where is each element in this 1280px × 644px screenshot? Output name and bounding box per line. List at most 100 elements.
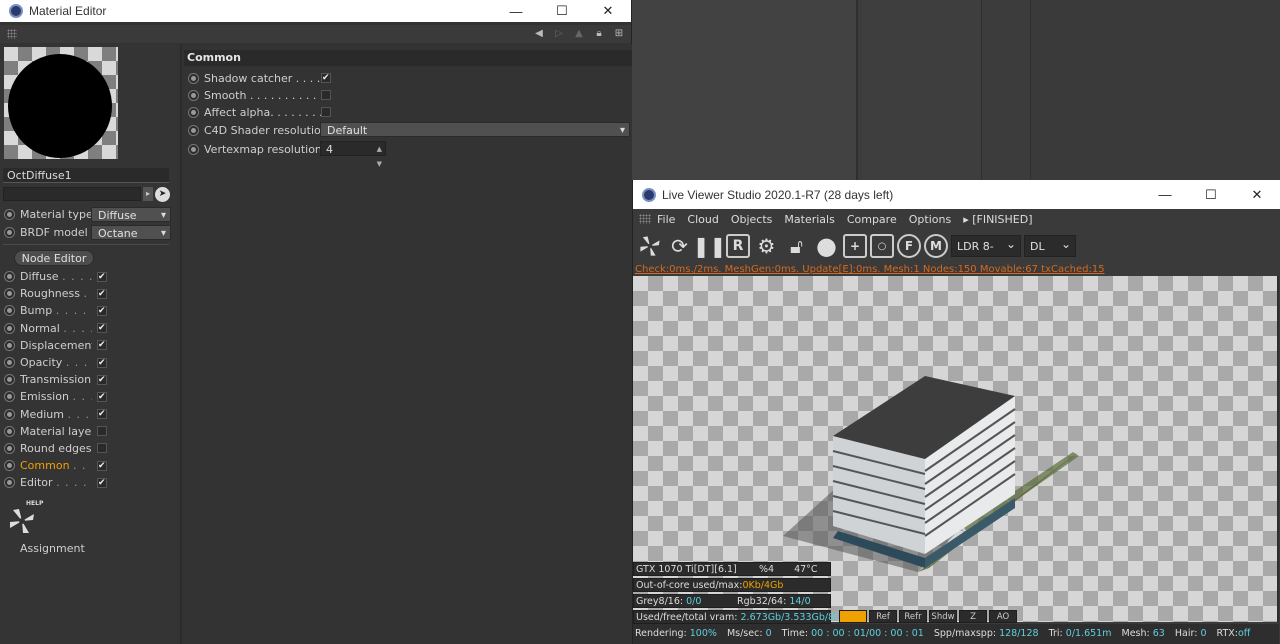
zoom-region-icon[interactable]: ○ xyxy=(870,234,894,258)
restart-render-icon[interactable]: ⟳ xyxy=(666,233,693,260)
animate-radio-icon[interactable] xyxy=(4,226,15,238)
channel-checkbox[interactable] xyxy=(97,426,107,437)
channel-checkbox[interactable] xyxy=(97,305,107,316)
channel-row[interactable]: Transmission xyxy=(4,371,107,388)
animate-radio-icon[interactable] xyxy=(4,208,15,220)
material-editor-titlebar[interactable]: Material Editor — ☐ ✕ xyxy=(0,0,631,22)
animate-radio-icon[interactable] xyxy=(4,408,15,420)
animate-radio-icon[interactable] xyxy=(188,124,199,136)
stepper-arrows-icon[interactable]: ▲ ▼ xyxy=(377,142,382,172)
channel-checkbox[interactable] xyxy=(97,374,107,385)
animate-radio-icon[interactable] xyxy=(4,391,15,403)
menu-file[interactable]: File xyxy=(657,213,675,226)
channel-checkbox[interactable] xyxy=(97,340,107,351)
channel-checkbox[interactable] xyxy=(97,460,107,471)
affect-alpha-checkbox[interactable] xyxy=(321,107,331,117)
channel-checkbox[interactable] xyxy=(97,323,107,334)
grip-icon[interactable] xyxy=(639,214,651,224)
channel-row[interactable]: Opacity . . . . xyxy=(4,354,107,371)
maximize-button[interactable]: ☐ xyxy=(539,0,585,22)
settings-gear-icon[interactable]: ⚙ xyxy=(753,233,780,260)
menu-compare[interactable]: Compare xyxy=(847,213,897,226)
forward-arrow-icon[interactable]: ▷ xyxy=(551,26,567,40)
render-kernel-select[interactable]: DL xyxy=(1024,233,1076,257)
animate-radio-icon[interactable] xyxy=(4,425,15,437)
lock-icon[interactable]: 🔒︎ xyxy=(591,26,607,40)
live-viewer-titlebar[interactable]: Live Viewer Studio 2020.1-R7 (28 days le… xyxy=(633,180,1280,209)
animate-radio-icon[interactable] xyxy=(4,374,15,386)
material-preview[interactable] xyxy=(4,47,118,159)
shadow-catcher-checkbox[interactable] xyxy=(321,73,331,83)
pass-tab-ref[interactable]: Ref xyxy=(869,610,897,623)
channel-checkbox[interactable] xyxy=(97,271,107,282)
animate-radio-icon[interactable] xyxy=(188,143,199,155)
channel-row[interactable]: Normal . . . . . xyxy=(4,320,107,337)
new-window-icon[interactable]: ⊞ xyxy=(611,26,627,40)
channel-row[interactable]: Roughness . xyxy=(4,285,107,302)
pass-tab-ao[interactable]: AO xyxy=(989,610,1017,623)
channel-row[interactable]: Diffuse . . . . . xyxy=(4,268,107,285)
render-region-icon[interactable]: R xyxy=(726,234,750,258)
channel-row[interactable]: Emission . . . . xyxy=(4,388,107,405)
animate-radio-icon[interactable] xyxy=(188,106,199,118)
menu-objects[interactable]: Objects xyxy=(731,213,773,226)
vertexmap-resolution-stepper[interactable]: 4 ▲ ▼ xyxy=(320,141,386,168)
animate-radio-icon[interactable] xyxy=(4,460,15,472)
minimize-button[interactable]: — xyxy=(1142,184,1188,206)
animate-radio-icon[interactable] xyxy=(4,339,15,351)
channel-row[interactable]: Displacement xyxy=(4,337,107,354)
channel-row[interactable]: Common . . . xyxy=(4,457,107,474)
ldr-format-select[interactable]: LDR 8-bit xyxy=(951,233,1021,275)
animate-radio-icon[interactable] xyxy=(4,271,15,283)
channel-row[interactable]: Material layer xyxy=(4,423,107,440)
material-sphere-icon[interactable]: ● xyxy=(813,232,840,260)
pick-cursor-icon[interactable]: ➤ xyxy=(155,187,170,202)
channel-checkbox[interactable] xyxy=(97,409,107,420)
channel-row[interactable]: Round edges xyxy=(4,440,107,457)
smooth-checkbox[interactable] xyxy=(321,90,331,100)
animate-radio-icon[interactable] xyxy=(4,477,15,489)
channel-checkbox[interactable] xyxy=(97,288,107,299)
material-name-field[interactable]: OctDiffuse1 xyxy=(3,168,169,183)
octane-help-icon[interactable]: HELP xyxy=(7,500,43,534)
animate-radio-icon[interactable] xyxy=(188,72,199,84)
menu-cloud[interactable]: Cloud xyxy=(687,213,718,226)
grip-icon[interactable] xyxy=(7,29,17,39)
film-region-m-icon[interactable]: M xyxy=(924,234,948,258)
material-path-field[interactable] xyxy=(3,187,141,201)
animate-radio-icon[interactable] xyxy=(4,442,15,454)
path-arrow-icon[interactable]: ▸ xyxy=(143,187,153,201)
channel-row[interactable]: Bump . . . . . . xyxy=(4,302,107,319)
pause-render-icon[interactable]: ❚❚ xyxy=(693,233,727,260)
add-region-icon[interactable]: + xyxy=(843,234,867,258)
channel-checkbox[interactable] xyxy=(97,477,107,488)
menu-materials[interactable]: Materials xyxy=(784,213,834,226)
animate-radio-icon[interactable] xyxy=(188,89,199,101)
channel-checkbox[interactable] xyxy=(97,443,107,454)
unlock-icon[interactable]: 🔓︎ xyxy=(783,233,810,260)
maximize-button[interactable]: ☐ xyxy=(1188,184,1234,206)
pass-tab-refr[interactable]: Refr xyxy=(899,610,927,623)
channel-checkbox[interactable] xyxy=(97,391,107,402)
material-type-select[interactable]: Diffuse xyxy=(91,206,171,223)
channel-checkbox[interactable] xyxy=(97,357,107,368)
brdf-model-select[interactable]: Octane xyxy=(91,224,171,241)
animate-radio-icon[interactable] xyxy=(4,357,15,369)
channel-row[interactable]: Medium . . . . . xyxy=(4,406,107,423)
up-arrow-icon[interactable]: ▲ xyxy=(571,26,587,40)
back-arrow-icon[interactable]: ◀ xyxy=(531,26,547,40)
close-button[interactable]: ✕ xyxy=(1234,184,1280,206)
close-button[interactable]: ✕ xyxy=(585,0,631,22)
menu-options[interactable]: Options xyxy=(909,213,951,226)
pass-tab-z[interactable]: Z xyxy=(959,610,987,623)
film-region-f-icon[interactable]: F xyxy=(897,234,921,258)
pass-tab-shdw[interactable]: Shdw xyxy=(929,610,957,623)
minimize-button[interactable]: — xyxy=(493,0,539,22)
octane-logo-icon[interactable] xyxy=(636,233,663,260)
animate-radio-icon[interactable] xyxy=(4,322,15,334)
channel-row[interactable]: Editor . . . . . . xyxy=(4,474,107,491)
pass-tab-main[interactable]: Main xyxy=(839,610,867,623)
c4d-shader-resolution-select[interactable]: Default xyxy=(320,122,630,138)
animate-radio-icon[interactable] xyxy=(4,288,15,300)
assignment-tab[interactable]: Assignment xyxy=(20,542,85,555)
